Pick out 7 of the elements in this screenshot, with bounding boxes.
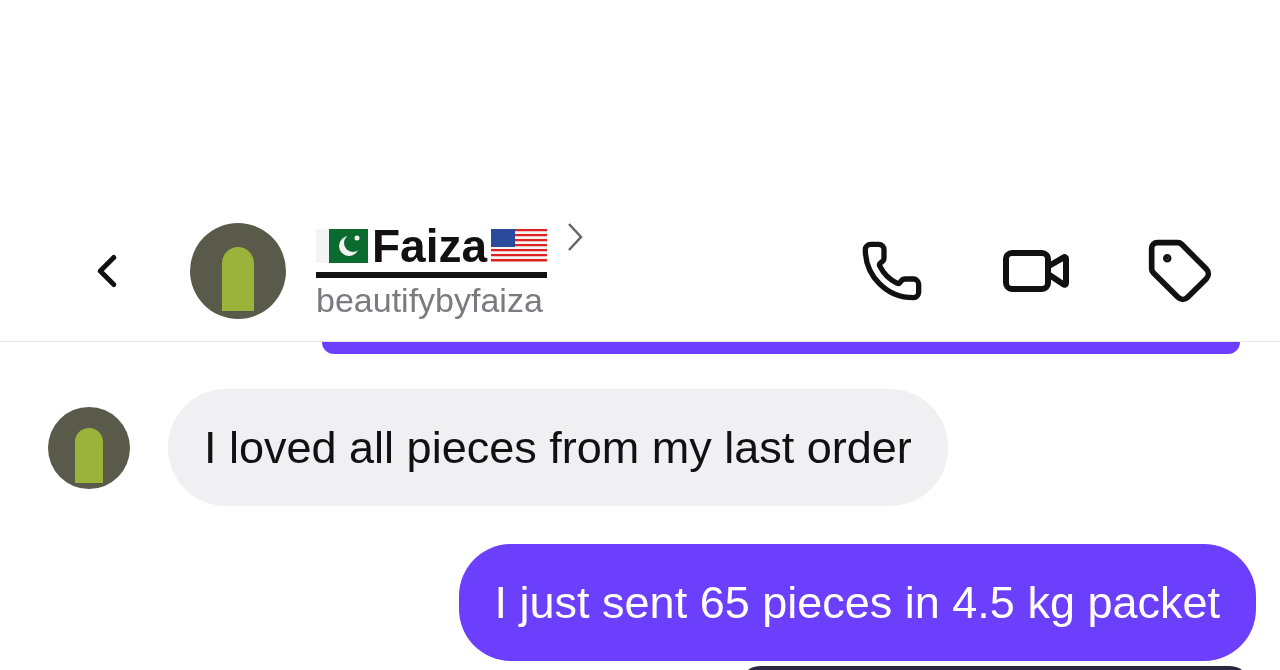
username: beautifybyfaiza: [316, 279, 544, 321]
contact-name[interactable]: Faiza: [372, 219, 488, 272]
incoming-message: I loved all pieces from my last order: [168, 389, 948, 506]
flag-icon: [316, 226, 368, 265]
flag-icon: [491, 226, 548, 265]
outgoing-message: I just sent 65 pieces in 4.5 kg packet: [458, 544, 1256, 661]
chevron-right-icon: [567, 221, 584, 252]
